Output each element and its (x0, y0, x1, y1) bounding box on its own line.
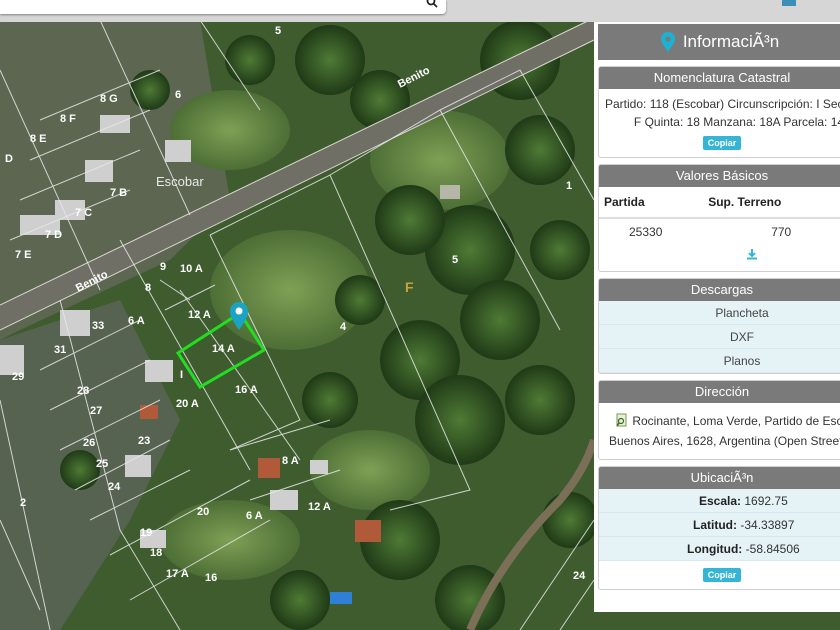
lot-number-label: 5 (275, 25, 281, 37)
ubicacion-section: UbicaciÃ³n Escala: 1692.75 Latitud: -34.… (598, 466, 840, 590)
partida-value: 25330 (629, 225, 663, 239)
lot-number-label: 18 (150, 547, 162, 559)
lot-number-label: I (180, 369, 183, 381)
lot-number-label: 7 C (75, 207, 92, 219)
lot-number-label: 8 A (282, 455, 299, 467)
lot-number-label: 25 (96, 458, 108, 470)
longitud-row: Longitud: -58.84506 (599, 537, 840, 561)
lot-number-label: 6 A (246, 510, 263, 522)
lot-number-label: 8 (145, 282, 151, 294)
lot-number-label: 9 (160, 261, 166, 273)
lot-number-label: 31 (54, 344, 66, 356)
lot-number-label: 1 (566, 180, 572, 192)
lot-number-label: D (5, 153, 13, 165)
lot-number-label: 19 (140, 527, 152, 539)
lot-number-label: 16 A (235, 384, 258, 396)
lot-number-label: F (405, 279, 414, 295)
lot-number-label: 20 (197, 506, 209, 518)
lot-number-label: 8 G (100, 93, 118, 105)
lot-number-label: 14 A (212, 343, 235, 355)
latitud-value: -34.33897 (740, 518, 795, 532)
direccion-section: Dirección Rocinante, Loma Verde, Partido… (598, 380, 840, 460)
download-dxf[interactable]: DXF (599, 325, 840, 349)
lot-number-label: 5 (452, 254, 458, 266)
search-icon[interactable] (426, 0, 438, 8)
download-planos[interactable]: Planos (599, 349, 840, 373)
column-header: Sup. Terreno (703, 187, 840, 219)
lot-number-label: 24 (108, 481, 121, 493)
column-header: Partida (599, 187, 704, 219)
nomenclatura-text: Partido: 118 (Escobar) Circunscripción: … (599, 89, 840, 133)
panel-header: InformaciÃ³n (598, 24, 840, 60)
town-label: Escobar (156, 174, 204, 189)
lot-number-label: 26 (83, 437, 95, 449)
longitud-label: Longitud: (687, 542, 743, 556)
panel-title: InformaciÃ³n (682, 32, 780, 51)
lot-number-label: 12 A (188, 309, 211, 321)
lot-number-label: 7 B (110, 187, 127, 199)
copy-nomenclatura-button[interactable]: Copiar (702, 136, 742, 150)
lot-number-label: 2 (20, 497, 26, 509)
section-title: Nomenclatura Catastral (599, 67, 840, 89)
lot-number-label: 7 E (15, 249, 32, 261)
menu-icon[interactable] (782, 0, 796, 6)
lot-number-label: 16 (205, 572, 217, 584)
sup-terreno-value: 770 (771, 225, 792, 239)
download-icon[interactable] (746, 248, 758, 260)
escala-row: Escala: 1692.75 (599, 489, 840, 513)
address-line: Buenos Aires, 1628, Argentina (Open Stre… (609, 434, 840, 448)
nomenclatura-line: Partido: 118 (Escobar) Circunscripción: … (605, 97, 840, 111)
lot-number-label: 24 (573, 570, 586, 582)
info-panel: InformaciÃ³n Nomenclatura Catastral Part… (594, 22, 840, 612)
section-title: UbicaciÃ³n (599, 467, 840, 489)
lot-number-label: 8 E (30, 133, 47, 145)
map-marker-icon (660, 32, 675, 52)
lot-number-label: 12 A (308, 501, 331, 513)
escala-value: 1692.75 (744, 494, 788, 508)
copy-ubicacion-button[interactable]: Copiar (702, 568, 742, 582)
lot-number-label: 33 (92, 320, 104, 332)
address-text: Rocinante, Loma Verde, Partido de Escoba… (599, 403, 840, 459)
lot-number-label: 4 (340, 321, 347, 333)
escala-label: Escala: (699, 494, 742, 508)
descargas-section: Descargas Plancheta DXF Planos (598, 278, 840, 374)
lot-number-label: 23 (138, 435, 150, 447)
search-input[interactable] (0, 0, 446, 14)
nomenclatura-section: Nomenclatura Catastral Partido: 118 (Esc… (598, 66, 840, 158)
section-title: Dirección (599, 381, 840, 403)
valores-section: Valores Básicos Partida Sup. Terreno 253… (598, 164, 840, 272)
lot-number-label: 27 (90, 405, 102, 417)
lot-number-label: 29 (12, 371, 24, 383)
lot-number-label: 20 A (176, 398, 199, 410)
lot-number-label: 10 A (180, 263, 203, 275)
lot-number-label: 6 (175, 89, 181, 101)
download-plancheta[interactable]: Plancheta (599, 301, 840, 325)
lot-number-label: 6 A (128, 315, 145, 327)
section-title: Valores Básicos (599, 165, 840, 187)
section-title: Descargas (599, 279, 840, 301)
latitud-label: Latitud: (693, 518, 737, 532)
pdf-file-icon[interactable] (615, 413, 629, 427)
lot-number-label: 28 (77, 385, 89, 397)
latitud-row: Latitud: -34.33897 (599, 513, 840, 537)
address-line: Rocinante, Loma Verde, Partido de Escoba… (632, 414, 840, 428)
longitud-value: -58.84506 (745, 542, 800, 556)
lot-number-label: 8 F (60, 113, 76, 125)
lot-number-label: 17 A (166, 568, 189, 580)
top-toolbar (0, 0, 840, 22)
valores-table: Partida Sup. Terreno 25330 770 (599, 187, 840, 245)
lot-number-label: 7 D (45, 229, 62, 241)
nomenclatura-line: F Quinta: 18 Manzana: 18A Parcela: 14 (633, 115, 840, 129)
